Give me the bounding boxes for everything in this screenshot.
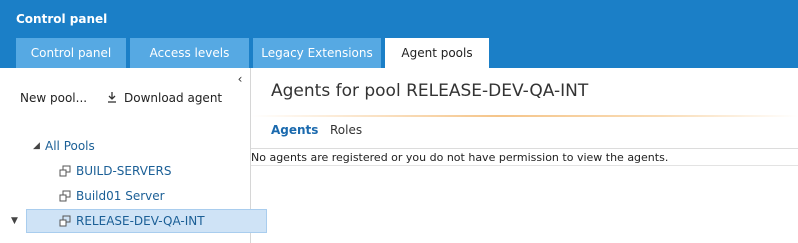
tree-item-label[interactable]: BUILD-SERVERS [76,159,171,183]
app-title: Control panel [16,12,108,26]
tree-item-label[interactable]: Build01 Server [76,184,165,208]
pool-icon [59,215,71,227]
download-icon [108,92,116,103]
expanded-triangle-icon[interactable]: ◢ [33,134,40,158]
title-divider [251,115,798,117]
pivot-agents[interactable]: Agents [271,123,318,137]
tab-access-levels[interactable]: Access levels [130,38,249,68]
grid-row-divider [251,165,798,166]
page-title: Agents for pool RELEASE-DEV-QA-INT [271,81,589,101]
pools-sidebar: ‹ New pool... Download agent ◢ All Pools… [0,68,267,243]
pool-icon [59,190,71,202]
header-bar: Control panel Control panel Access level… [0,0,798,68]
tree-item-build01-server[interactable]: Build01 Server [0,184,250,208]
tab-agent-pools[interactable]: Agent pools [385,38,489,68]
tab-legacy-extensions[interactable]: Legacy Extensions [253,38,381,68]
caret-down-icon[interactable]: ▼ [11,209,18,233]
tree-item-build-servers[interactable]: BUILD-SERVERS [0,159,250,183]
tab-control-panel[interactable]: Control panel [16,38,126,68]
grid-header-divider [251,148,798,149]
pivot-roles[interactable]: Roles [330,123,362,137]
main-content: Agents for pool RELEASE-DEV-QA-INT Agent… [251,68,798,243]
empty-agents-message: No agents are registered or you do not h… [251,151,669,164]
download-agent-label: Download agent [124,91,223,105]
new-pool-button[interactable]: New pool... [20,91,87,105]
tree-root-label[interactable]: All Pools [45,134,95,158]
download-agent-button[interactable]: Download agent [106,91,222,105]
tree-root-all-pools[interactable]: ◢ All Pools [0,134,250,158]
tree-item-release-dev-qa-int[interactable]: ▼ RELEASE-DEV-QA-INT [0,209,267,233]
pool-icon [59,165,71,177]
tree-item-label[interactable]: RELEASE-DEV-QA-INT [76,209,205,233]
chevron-left-icon[interactable]: ‹ [233,72,247,86]
